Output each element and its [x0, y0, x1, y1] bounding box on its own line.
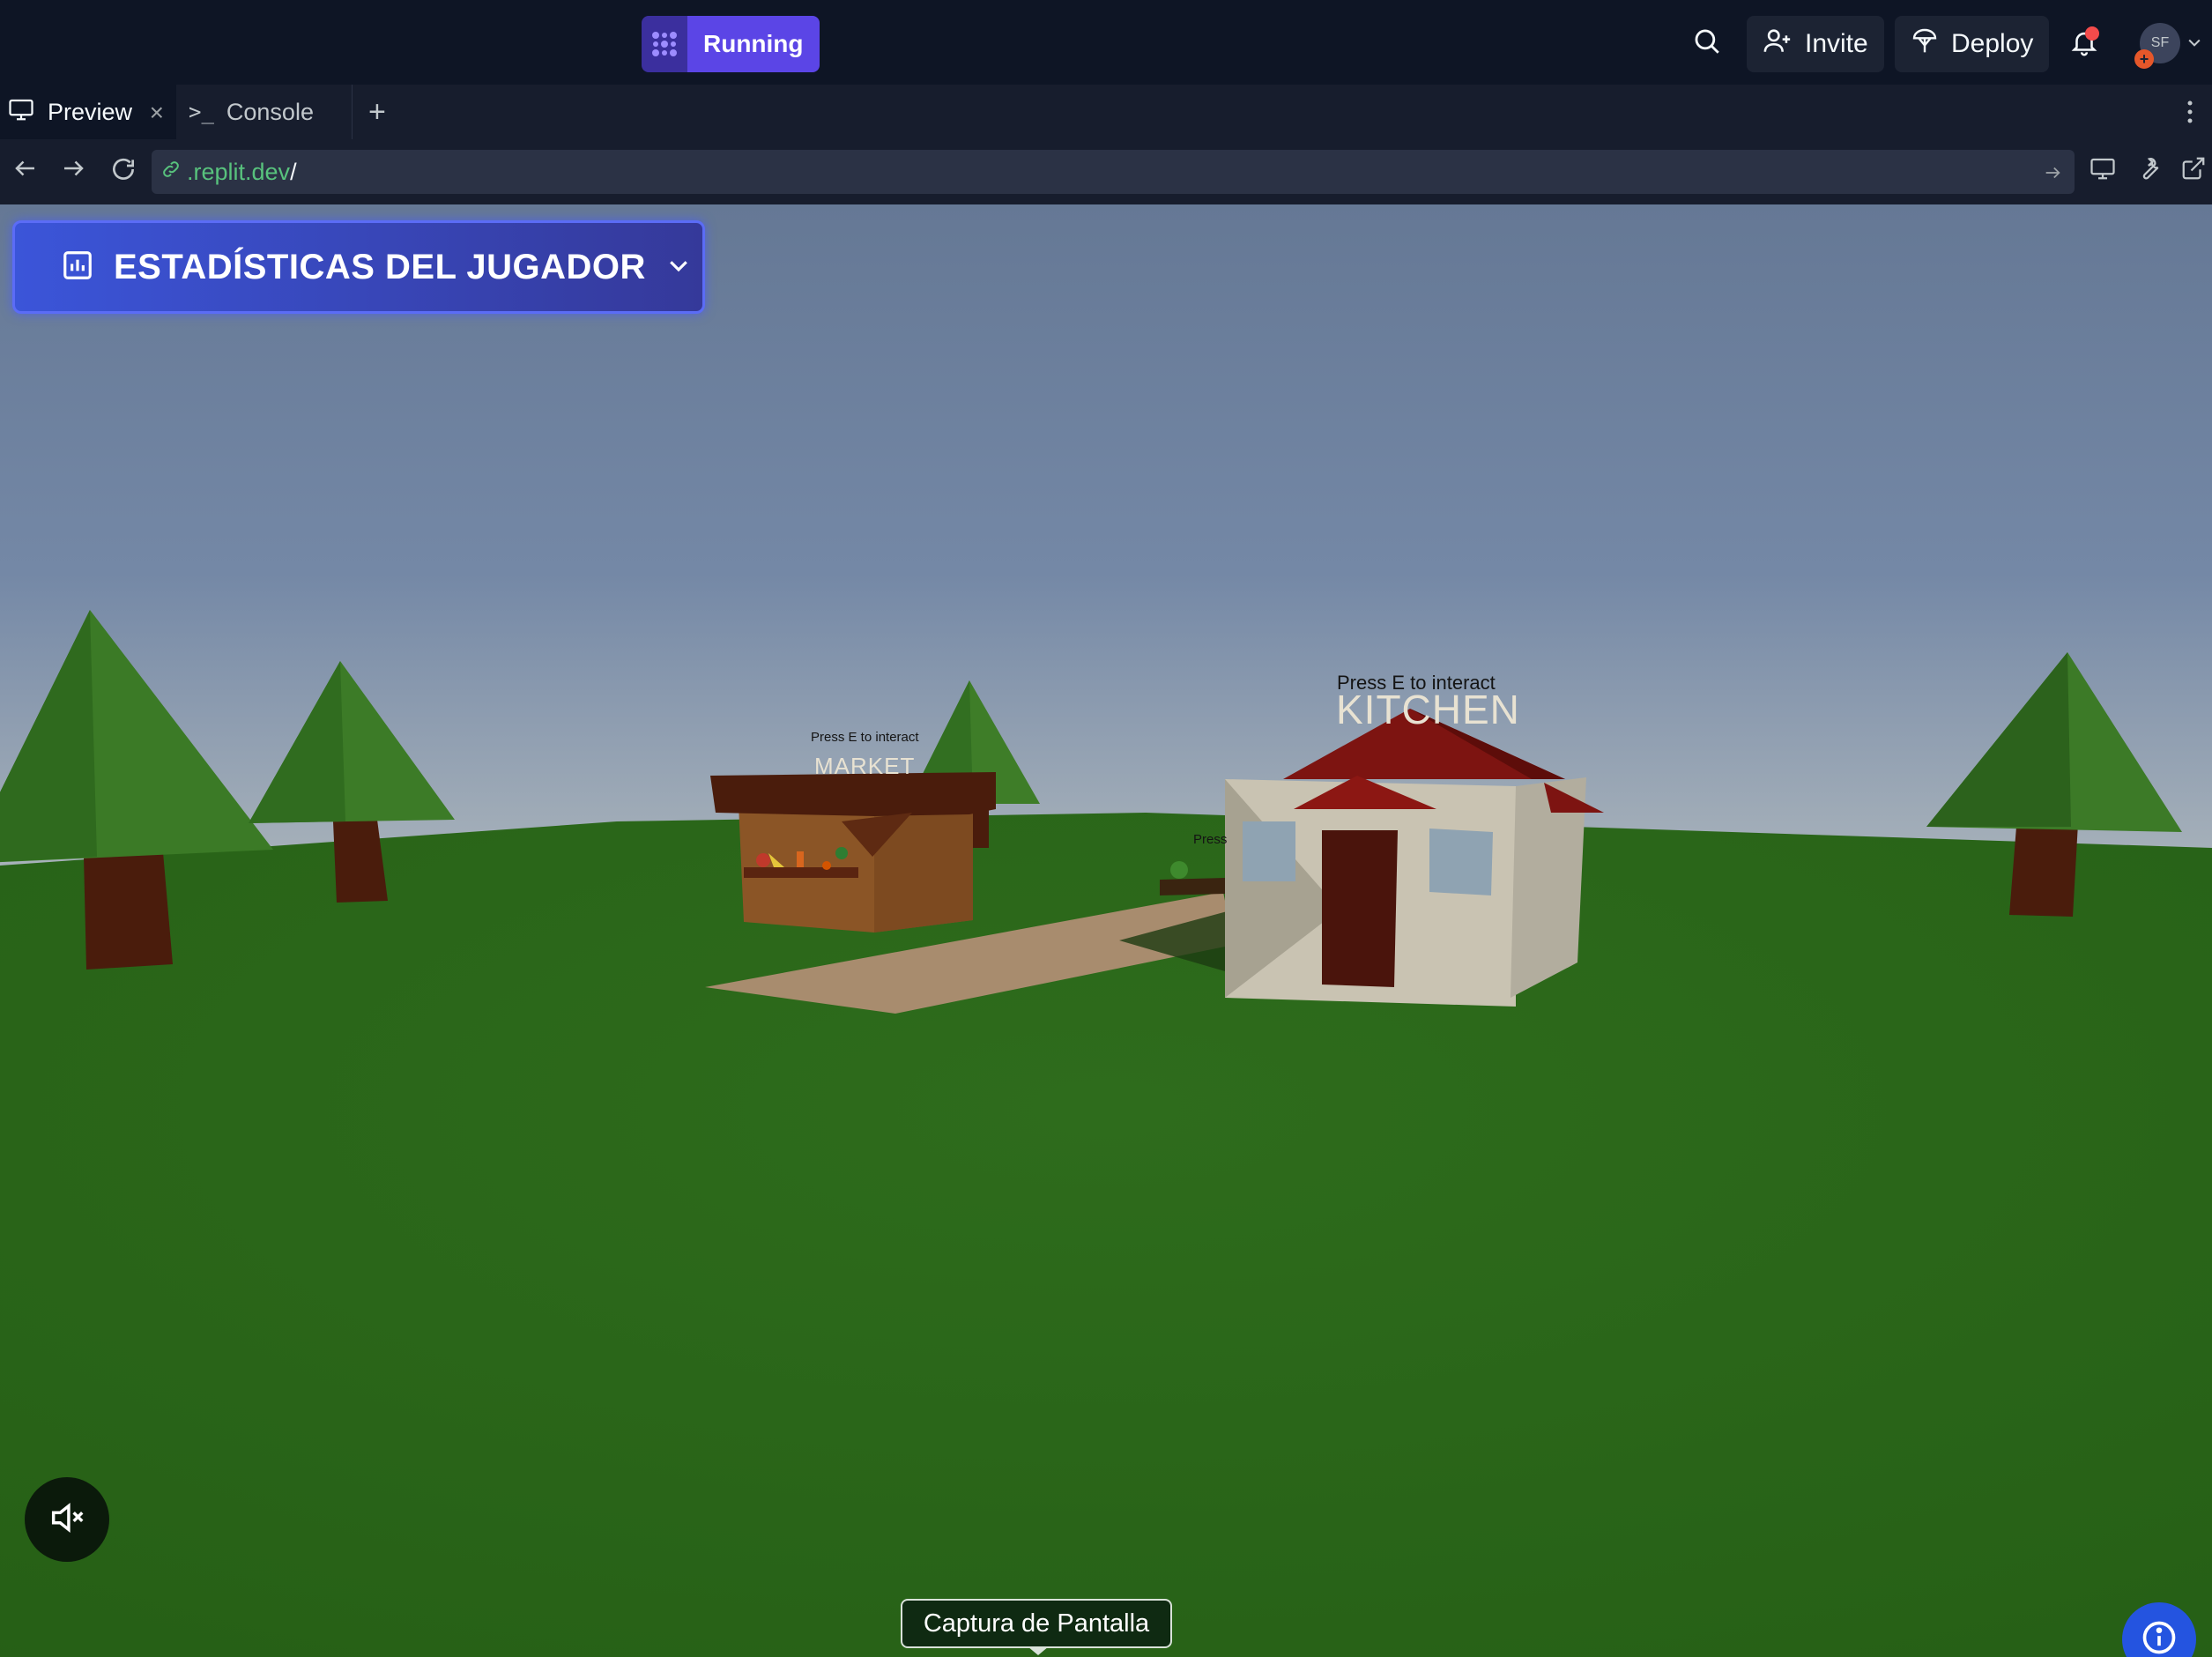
- run-label: Running: [687, 16, 820, 72]
- invite-button[interactable]: Invite: [1747, 16, 1884, 72]
- tab-label: Preview: [48, 98, 133, 125]
- invite-label: Invite: [1805, 29, 1868, 58]
- run-button[interactable]: Running: [642, 16, 820, 72]
- add-tab-button[interactable]: +: [368, 85, 386, 139]
- go-arrow-icon[interactable]: [2043, 161, 2062, 189]
- info-icon: [2140, 1618, 2179, 1657]
- tab-label: Console: [226, 98, 314, 125]
- chevron-down-icon: [665, 252, 692, 283]
- market-interact-hint: Press E to interact: [811, 730, 919, 745]
- partial-interact-hint: Press: [1193, 832, 1228, 847]
- reload-icon[interactable]: [109, 155, 137, 188]
- game-viewport[interactable]: Press E to interact MARKET Press E to in…: [0, 204, 2212, 1657]
- search-icon[interactable]: [1692, 26, 1722, 56]
- monitor-icon: [7, 96, 35, 129]
- replit-workspace: Running Invite Deploy SF + Preview × >_ …: [0, 0, 2212, 1657]
- url-host: .replit.dev: [187, 158, 291, 185]
- player-stats-toggle[interactable]: ESTADÍSTICAS DEL JUGADOR: [12, 220, 705, 314]
- run-status-icon: [642, 16, 687, 72]
- kitchen-sign: KITCHEN: [1336, 687, 1520, 732]
- url-input[interactable]: .replit.dev/: [152, 150, 2075, 194]
- mute-button[interactable]: [25, 1477, 109, 1562]
- more-options-icon[interactable]: [2186, 85, 2203, 139]
- link-icon: [160, 159, 182, 186]
- tab-bar: Preview × >_ Console +: [0, 85, 2212, 139]
- avatar-badge: +: [2134, 49, 2154, 69]
- forward-arrow-icon[interactable]: [60, 155, 86, 186]
- terminal-icon: >_: [189, 100, 214, 124]
- speaker-muted-icon: [47, 1497, 87, 1542]
- close-icon[interactable]: ×: [150, 99, 164, 127]
- screenshot-tooltip: Captura de Pantalla: [901, 1599, 1172, 1648]
- tooltip-arrow: [1028, 1646, 1049, 1655]
- market-stall: [710, 772, 996, 933]
- wrench-icon[interactable]: [2136, 155, 2163, 186]
- devtools-icon[interactable]: [2089, 155, 2117, 186]
- top-bar: Running Invite Deploy SF +: [0, 0, 2212, 85]
- external-link-icon[interactable]: [2180, 155, 2207, 186]
- deploy-button[interactable]: Deploy: [1895, 16, 2050, 72]
- market-sign: MARKET: [814, 753, 916, 779]
- chevron-down-icon[interactable]: [2186, 33, 2203, 51]
- deploy-icon: [1911, 26, 1939, 62]
- notification-dot: [2085, 26, 2099, 41]
- address-bar: .replit.dev/: [0, 139, 2212, 204]
- game-scene: [0, 204, 2212, 1657]
- url-path: /: [290, 158, 297, 185]
- deploy-label: Deploy: [1951, 29, 2034, 58]
- stats-title: ESTADÍSTICAS DEL JUGADOR: [114, 247, 646, 286]
- back-arrow-icon[interactable]: [12, 155, 39, 186]
- tab-preview[interactable]: Preview ×: [0, 85, 176, 139]
- add-user-icon: [1763, 26, 1793, 63]
- plus-icon: +: [368, 94, 386, 129]
- bar-chart-icon: [61, 249, 94, 286]
- tab-console[interactable]: >_ Console: [176, 85, 353, 139]
